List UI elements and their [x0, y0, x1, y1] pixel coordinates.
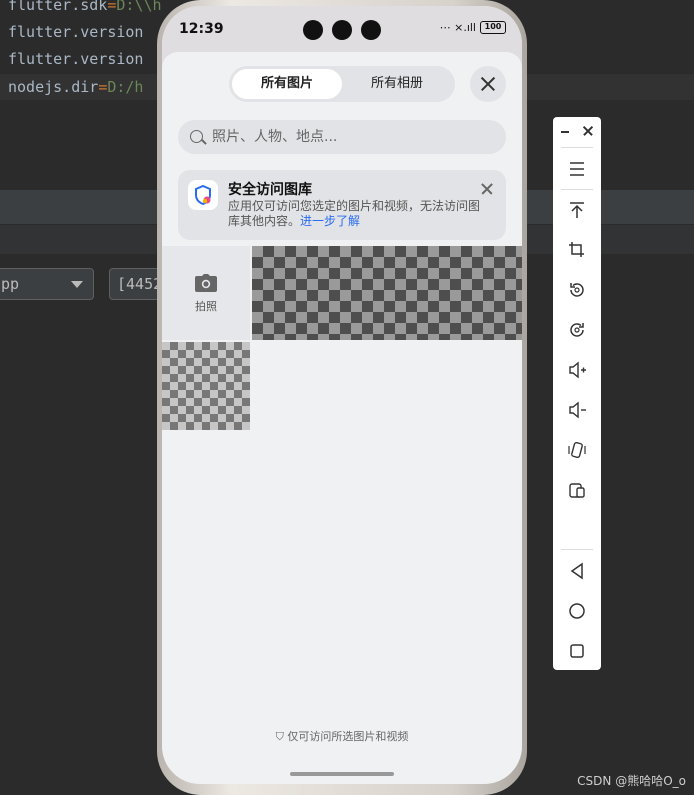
menu-icon[interactable]: [561, 153, 593, 185]
code-line: flutter.version: [8, 23, 144, 41]
camera-icon: [195, 274, 217, 292]
search-icon: [190, 130, 203, 143]
crop-icon[interactable]: [561, 234, 593, 266]
tab-all-photos[interactable]: 所有图片: [232, 69, 342, 99]
emulator-window-controls: [553, 117, 601, 145]
back-icon[interactable]: [561, 555, 593, 587]
battery-icon: 100: [480, 21, 506, 34]
shield-icon: ⛉: [275, 730, 288, 743]
overview-icon[interactable]: [561, 635, 593, 667]
rotate-left-icon[interactable]: [561, 274, 593, 306]
camera-tile[interactable]: 拍照: [162, 246, 250, 340]
learn-more-link[interactable]: 进一步了解: [300, 214, 360, 228]
photo-thumbnail[interactable]: [162, 342, 250, 430]
status-time: 12:39: [179, 21, 224, 37]
watermark: CSDN @熊哈哈O_o: [577, 774, 686, 788]
divider: [561, 189, 593, 190]
screenshot-icon[interactable]: [561, 474, 593, 506]
status-icons: ⋯ ×.ıll 100: [440, 21, 506, 34]
notice-title: 安全访问图库: [228, 182, 312, 198]
volume-down-icon[interactable]: [561, 394, 593, 426]
shake-icon[interactable]: [561, 434, 593, 466]
secure-access-notice: 安全访问图库 应用仅可访问您选定的图片和视频，无法访问图库其他内容。进一步了解: [178, 170, 506, 240]
home-indicator[interactable]: [290, 772, 394, 776]
notice-body: 应用仅可访问您选定的图片和视频，无法访问图库其他内容。进一步了解: [228, 199, 481, 228]
shield-icon: [188, 180, 218, 210]
front-camera-icon: [332, 20, 352, 40]
rotate-right-icon[interactable]: [561, 314, 593, 346]
chevron-down-icon: [71, 281, 83, 288]
search-input[interactable]: 照片、人物、地点...: [178, 120, 506, 154]
phone-screen: 12:39 ⋯ ×.ıll 100 所有图片 所有相册 照片、人物、地点... …: [162, 6, 522, 784]
photo-picker-sheet: 所有图片 所有相册 照片、人物、地点... 安全访问图库 应用仅可访问您选定的图…: [162, 52, 522, 784]
access-footer: ⛉ 仅可访问所选图片和视频: [275, 730, 409, 743]
notice-close-button[interactable]: [480, 182, 494, 196]
divider: [561, 549, 593, 550]
close-icon[interactable]: [583, 126, 593, 136]
close-button[interactable]: [470, 66, 506, 102]
front-camera-icon: [361, 20, 381, 40]
pin-top-icon[interactable]: [561, 194, 593, 226]
divider: [561, 147, 593, 148]
search-placeholder: 照片、人物、地点...: [212, 129, 338, 145]
camera-label: 拍照: [195, 300, 217, 313]
status-bar: 12:39 ⋯ ×.ıll 100: [162, 6, 522, 52]
front-camera-icon: [303, 20, 323, 40]
photo-thumbnail[interactable]: [252, 246, 522, 340]
code-line: flutter.version: [8, 50, 144, 68]
minimize-icon[interactable]: [561, 131, 569, 133]
tab-all-albums[interactable]: 所有相册: [342, 69, 452, 99]
signal-icon: ⋯ ×.ıll: [439, 21, 476, 34]
emulator-toolbar: [553, 117, 601, 670]
volume-up-icon[interactable]: [561, 354, 593, 386]
code-line: flutter.sdk=D:\\h: [8, 0, 162, 14]
home-icon[interactable]: [561, 595, 593, 627]
picker-tabs: 所有图片 所有相册: [229, 66, 455, 102]
device-select[interactable]: pp: [0, 268, 94, 300]
